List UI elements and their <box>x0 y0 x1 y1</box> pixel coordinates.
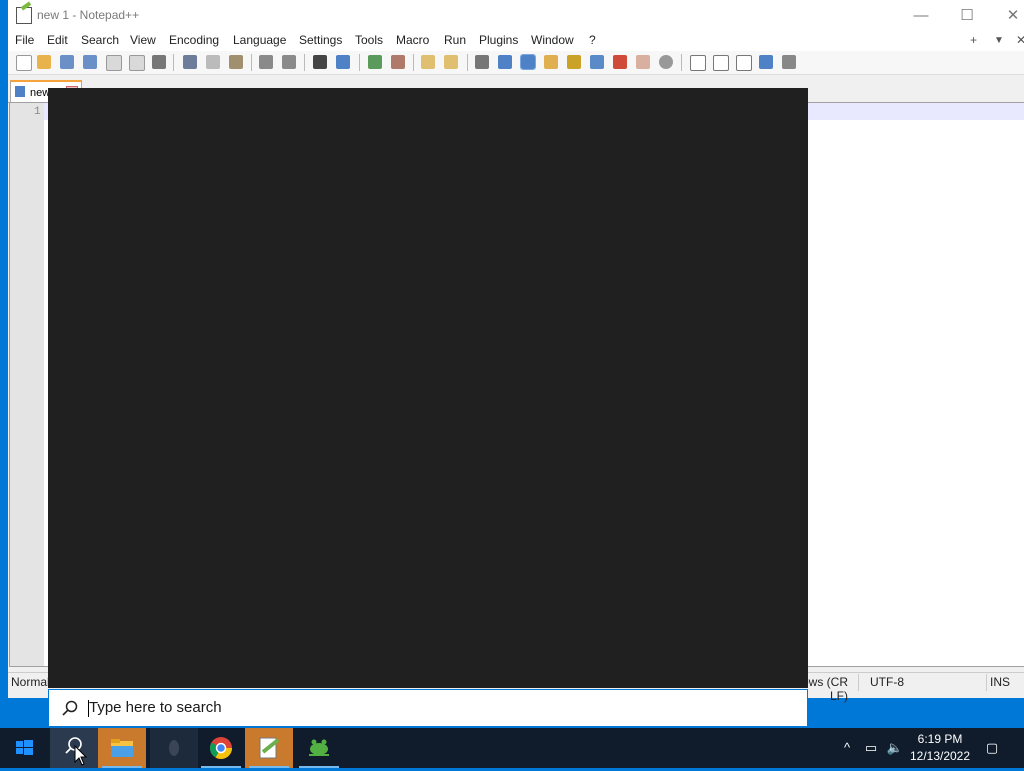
line-number-gutter: 1 <box>10 103 44 666</box>
add-tab-icon[interactable]: + <box>970 33 977 47</box>
menu-bar: File Edit Search View Encoding Language … <box>8 31 1024 51</box>
doc-map-icon[interactable] <box>567 55 581 69</box>
redo-icon[interactable] <box>282 55 296 69</box>
clock-date: 12/13/2022 <box>909 749 971 763</box>
toolbar <box>8 51 1024 75</box>
save-all-icon[interactable] <box>83 55 97 69</box>
search-box[interactable] <box>48 689 808 727</box>
function-list-icon[interactable] <box>613 55 627 69</box>
status-encoding: UTF-8 <box>870 675 904 689</box>
replace-icon[interactable] <box>336 55 350 69</box>
notepadpp-taskbar-button[interactable] <box>245 728 293 768</box>
user-language-icon[interactable] <box>544 55 558 69</box>
close-tab-icon[interactable]: ✕ <box>1016 33 1024 47</box>
menu-settings[interactable]: Settings <box>299 33 342 47</box>
word-wrap-icon[interactable] <box>475 55 489 69</box>
copy-icon[interactable] <box>206 55 220 69</box>
menu-run[interactable]: Run <box>444 33 466 47</box>
window-title: new 1 - Notepad++ <box>37 8 140 22</box>
floppy-icon <box>15 86 25 97</box>
sync-vertical-icon[interactable] <box>421 55 435 69</box>
show-all-chars-icon[interactable] <box>498 55 512 69</box>
menu-edit[interactable]: Edit <box>47 33 68 47</box>
minimize-button[interactable]: — <box>898 0 944 31</box>
tab-list-icon[interactable]: ▼ <box>994 35 1004 46</box>
taskbar: ^ ▭ 🔈 6:19 PM 12/13/2022 ▢ <box>0 728 1024 768</box>
menu-help[interactable]: ? <box>589 33 596 47</box>
mouse-pointer-icon <box>74 745 88 766</box>
search-results-panel <box>48 88 808 688</box>
undo-icon[interactable] <box>259 55 273 69</box>
menu-plugins[interactable]: Plugins <box>479 33 518 47</box>
show-hidden-icons-icon[interactable]: ^ <box>838 728 856 768</box>
chrome-button[interactable] <box>197 728 245 768</box>
cut-icon[interactable] <box>183 55 197 69</box>
paste-icon[interactable] <box>229 55 243 69</box>
dark-app-button[interactable] <box>150 728 198 768</box>
notepadpp-icon <box>16 7 32 24</box>
folder-icon <box>111 739 133 757</box>
status-mode: Normal <box>11 675 50 689</box>
action-center-icon[interactable]: ▢ <box>980 728 1004 768</box>
windows-logo-icon <box>16 740 33 755</box>
line-number: 1 <box>34 106 41 118</box>
menu-macro[interactable]: Macro <box>396 33 429 47</box>
zoom-in-icon[interactable] <box>368 55 382 69</box>
save-icon[interactable] <box>60 55 74 69</box>
open-file-icon[interactable] <box>37 55 51 69</box>
close-all-icon[interactable] <box>129 55 145 71</box>
file-explorer-button[interactable] <box>98 728 146 768</box>
menu-search[interactable]: Search <box>81 33 119 47</box>
frog-app-button[interactable] <box>295 728 343 768</box>
record-macro-icon[interactable] <box>690 55 706 71</box>
zoom-out-icon[interactable] <box>391 55 405 69</box>
save-macro-icon[interactable] <box>782 55 796 69</box>
menu-file[interactable]: File <box>15 33 34 47</box>
notepadpp-taskbar-icon <box>259 737 280 759</box>
doc-list-icon[interactable] <box>590 55 604 69</box>
close-button[interactable]: ✕ <box>990 0 1024 31</box>
title-bar: new 1 - Notepad++ — ☐ ✕ <box>8 0 1024 31</box>
folder-workspace-icon[interactable] <box>636 55 650 69</box>
find-icon[interactable] <box>313 55 327 69</box>
print-icon[interactable] <box>152 55 166 69</box>
menu-language[interactable]: Language <box>233 33 286 47</box>
run-macro-multiple-icon[interactable] <box>759 55 773 69</box>
menu-encoding[interactable]: Encoding <box>169 33 219 47</box>
indent-guide-icon[interactable] <box>520 54 536 70</box>
stop-macro-icon[interactable] <box>713 55 729 71</box>
monitoring-icon[interactable] <box>659 55 673 69</box>
chrome-icon <box>210 737 232 759</box>
maximize-button[interactable]: ☐ <box>944 0 990 31</box>
clock[interactable]: 6:19 PM 12/13/2022 <box>906 731 974 765</box>
frog-app-icon <box>309 739 329 756</box>
status-insert-mode: INS <box>990 675 1011 689</box>
start-button[interactable] <box>0 728 48 768</box>
new-file-icon[interactable] <box>16 55 32 71</box>
volume-icon[interactable]: 🔈 <box>884 728 906 768</box>
sync-horizontal-icon[interactable] <box>444 55 458 69</box>
network-icon[interactable]: ▭ <box>860 728 882 768</box>
play-macro-icon[interactable] <box>736 55 752 71</box>
clock-time: 6:19 PM <box>917 732 963 746</box>
search-input[interactable] <box>89 695 789 719</box>
menu-window[interactable]: Window <box>531 33 574 47</box>
close-file-icon[interactable] <box>106 55 122 71</box>
menu-view[interactable]: View <box>130 33 156 47</box>
dark-app-icon <box>169 740 179 756</box>
menu-tools[interactable]: Tools <box>355 33 383 47</box>
search-icon <box>62 700 78 716</box>
